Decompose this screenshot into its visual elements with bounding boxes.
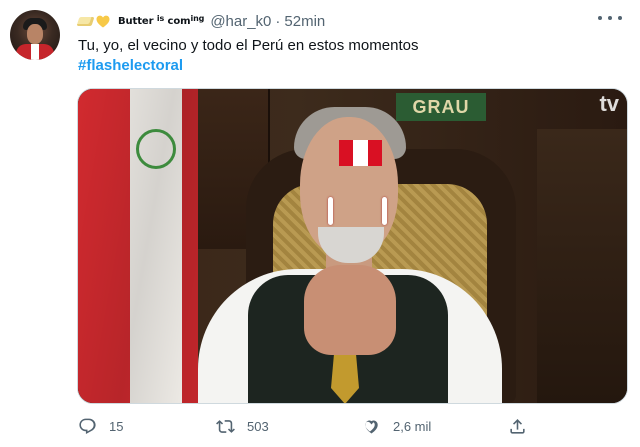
user-handle[interactable]: @har_k0: [210, 13, 271, 30]
share-button[interactable]: [508, 410, 527, 442]
reply-icon: [79, 418, 96, 434]
hashtag-link[interactable]: #flashelectoral: [78, 56, 183, 76]
like-button[interactable]: 2,6 mil: [362, 410, 431, 442]
retweet-count: 503: [247, 418, 269, 434]
name-part-3: com: [164, 15, 191, 27]
tear-right: [382, 197, 387, 225]
butter-icon: [76, 14, 95, 28]
media-channel-logo: tv: [599, 91, 619, 116]
separator-dot: ·: [275, 12, 281, 30]
media-person-hands: [304, 265, 396, 355]
flag-shading: [78, 89, 198, 403]
avatar[interactable]: [10, 10, 60, 60]
peru-flag-sticker: [339, 140, 382, 166]
share-icon: [510, 418, 525, 434]
media-plaque: GRAU: [396, 93, 486, 121]
tweet-actions: 15 503 2,6 mil: [78, 410, 626, 442]
tear-left: [328, 197, 333, 225]
yellow-heart-icon: [95, 14, 111, 28]
like-count: 2,6 mil: [393, 418, 432, 434]
retweet-button[interactable]: 503: [216, 410, 269, 442]
avatar-face: [27, 24, 43, 44]
tweet-media-image[interactable]: GRAU tv: [77, 88, 628, 404]
media-cabinet-right: [537, 129, 627, 403]
timestamp[interactable]: 52min: [284, 13, 325, 30]
name-part-2: is: [156, 13, 165, 23]
reply-count: 15: [109, 418, 124, 434]
more-icon[interactable]: [598, 8, 622, 28]
reply-button[interactable]: 15: [78, 410, 123, 442]
name-part-1: Butter: [118, 15, 157, 27]
avatar-stripe: [31, 44, 39, 60]
tweet[interactable]: Butter is coming @har_k0 · 52min Tu, yo,…: [0, 0, 640, 447]
retweet-icon: [216, 419, 235, 433]
tweet-header: Butter is coming @har_k0 · 52min: [76, 12, 325, 30]
display-name[interactable]: Butter is coming: [118, 13, 205, 27]
name-part-4: ing: [190, 13, 205, 23]
flag-coat-of-arms: [136, 129, 176, 169]
like-icon: [365, 420, 378, 434]
tweet-text: Tu, yo, el vecino y todo el Perú en esto…: [78, 37, 419, 54]
